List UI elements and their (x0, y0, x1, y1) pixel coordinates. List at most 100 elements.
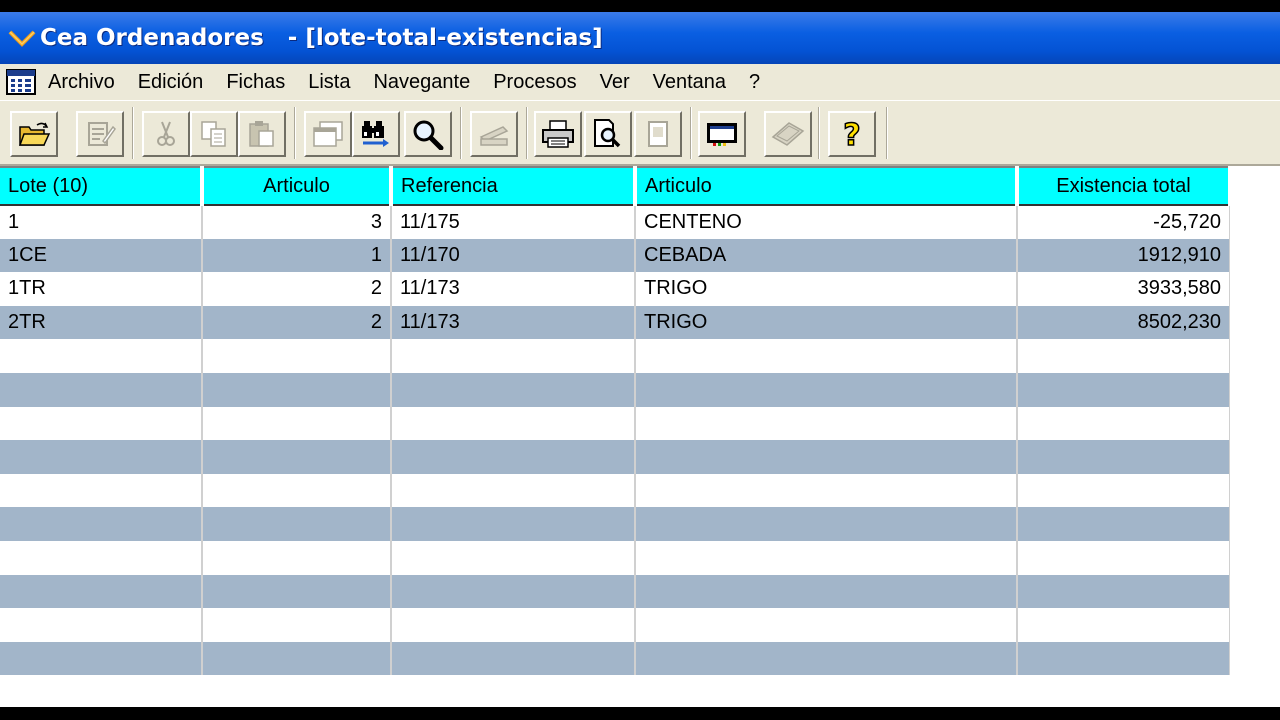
empty-cell[interactable] (0, 440, 203, 474)
cell-lote[interactable]: 1 (0, 205, 203, 239)
find-button[interactable] (352, 111, 400, 157)
empty-cell[interactable] (202, 440, 392, 474)
empty-cell[interactable] (635, 406, 1018, 441)
empty-cell[interactable] (202, 641, 392, 676)
menu-ventana[interactable]: Ventana (653, 71, 726, 94)
cell-existencia-total[interactable]: 3933,580 (1017, 272, 1231, 306)
cell-referencia[interactable]: 11/173 (391, 305, 636, 340)
empty-table-row[interactable] (0, 440, 1231, 474)
empty-cell[interactable] (202, 372, 392, 407)
empty-cell[interactable] (0, 608, 203, 642)
empty-cell[interactable] (391, 540, 636, 575)
empty-table-row[interactable] (0, 641, 1231, 676)
empty-cell[interactable] (0, 372, 203, 407)
empty-cell[interactable] (202, 406, 392, 441)
empty-cell[interactable] (635, 641, 1018, 676)
empty-cell[interactable] (202, 339, 392, 373)
empty-cell[interactable] (391, 473, 636, 508)
empty-cell[interactable] (0, 473, 203, 508)
empty-cell[interactable] (635, 540, 1018, 575)
column-header-existencia-total[interactable]: Existencia total (1017, 166, 1232, 206)
empty-cell[interactable] (635, 372, 1018, 407)
cell-articulo-codigo[interactable]: 3 (202, 205, 392, 239)
cell-referencia[interactable]: 11/173 (391, 272, 636, 306)
empty-cell[interactable] (635, 440, 1018, 474)
empty-cell[interactable] (1017, 574, 1231, 609)
empty-table-row[interactable] (0, 507, 1231, 541)
cell-referencia[interactable]: 11/170 (391, 238, 636, 273)
new-window-button[interactable] (304, 111, 352, 157)
empty-cell[interactable] (635, 608, 1018, 642)
monitor-button[interactable] (698, 111, 746, 157)
cell-articulo-nombre[interactable]: TRIGO (635, 305, 1018, 340)
column-header-articulo-codigo[interactable]: Articulo (202, 166, 393, 206)
cell-articulo-nombre[interactable]: CEBADA (635, 238, 1018, 273)
cell-existencia-total[interactable]: 1912,910 (1017, 238, 1231, 273)
cell-lote[interactable]: 2TR (0, 305, 203, 340)
menu-ver[interactable]: Ver (600, 71, 630, 94)
empty-cell[interactable] (1017, 440, 1231, 474)
empty-table-row[interactable] (0, 540, 1231, 575)
document-window-icon[interactable] (4, 68, 38, 96)
menu-navegante[interactable]: Navegante (373, 71, 470, 94)
eraser-button[interactable] (764, 111, 812, 157)
empty-cell[interactable] (1017, 473, 1231, 508)
empty-cell[interactable] (1017, 339, 1231, 373)
empty-cell[interactable] (1017, 540, 1231, 575)
empty-table-row[interactable] (0, 339, 1231, 373)
title-bar[interactable]: Cea Ordenadores - [lote-total-existencia… (0, 12, 1280, 64)
empty-cell[interactable] (202, 507, 392, 541)
empty-cell[interactable] (391, 406, 636, 441)
cell-articulo-codigo[interactable]: 1 (202, 238, 392, 273)
cell-articulo-nombre[interactable]: TRIGO (635, 272, 1018, 306)
empty-table-row[interactable] (0, 473, 1231, 508)
cell-articulo-codigo[interactable]: 2 (202, 305, 392, 340)
empty-cell[interactable] (635, 339, 1018, 373)
page-button[interactable] (634, 111, 682, 157)
cell-existencia-total[interactable]: 8502,230 (1017, 305, 1231, 340)
table-row[interactable]: 1CE 1 11/170 CEBADA 1912,910 (0, 238, 1231, 273)
menu-edicion[interactable]: Edición (138, 71, 204, 94)
menu-help[interactable]: ? (749, 71, 760, 94)
empty-cell[interactable] (0, 540, 203, 575)
empty-cell[interactable] (391, 372, 636, 407)
empty-table-row[interactable] (0, 574, 1231, 609)
table-row[interactable]: 1 3 11/175 CENTENO -25,720 (0, 205, 1231, 239)
cell-existencia-total[interactable]: -25,720 (1017, 205, 1231, 239)
empty-cell[interactable] (391, 641, 636, 676)
print-button[interactable] (534, 111, 582, 157)
empty-cell[interactable] (391, 608, 636, 642)
table-row[interactable]: 2TR 2 11/173 TRIGO 8502,230 (0, 305, 1231, 340)
empty-cell[interactable] (391, 339, 636, 373)
paste-button[interactable] (238, 111, 286, 157)
empty-cell[interactable] (635, 574, 1018, 609)
cell-referencia[interactable]: 11/175 (391, 205, 636, 239)
cell-articulo-nombre[interactable]: CENTENO (635, 205, 1018, 239)
copy-button[interactable] (190, 111, 238, 157)
cut-button[interactable] (142, 111, 190, 157)
table-row[interactable]: 1TR 2 11/173 TRIGO 3933,580 (0, 272, 1231, 306)
cell-lote[interactable]: 1TR (0, 272, 203, 306)
empty-cell[interactable] (202, 574, 392, 609)
print-preview-button[interactable] (584, 111, 632, 157)
cell-articulo-codigo[interactable]: 2 (202, 272, 392, 306)
empty-table-row[interactable] (0, 372, 1231, 407)
empty-cell[interactable] (202, 608, 392, 642)
edit-record-button[interactable] (76, 111, 124, 157)
empty-cell[interactable] (1017, 372, 1231, 407)
column-header-articulo-nombre[interactable]: Articulo (635, 166, 1019, 206)
menu-procesos[interactable]: Procesos (493, 71, 576, 94)
help-button[interactable]: ? (828, 111, 876, 157)
empty-cell[interactable] (202, 540, 392, 575)
empty-cell[interactable] (391, 440, 636, 474)
scanner-button[interactable] (470, 111, 518, 157)
empty-cell[interactable] (1017, 608, 1231, 642)
empty-cell[interactable] (1017, 406, 1231, 441)
empty-table-row[interactable] (0, 406, 1231, 441)
zoom-button[interactable] (404, 111, 452, 157)
empty-cell[interactable] (391, 507, 636, 541)
cell-lote[interactable]: 1CE (0, 238, 203, 273)
empty-table-row[interactable] (0, 608, 1231, 642)
empty-cell[interactable] (635, 473, 1018, 508)
empty-cell[interactable] (1017, 507, 1231, 541)
